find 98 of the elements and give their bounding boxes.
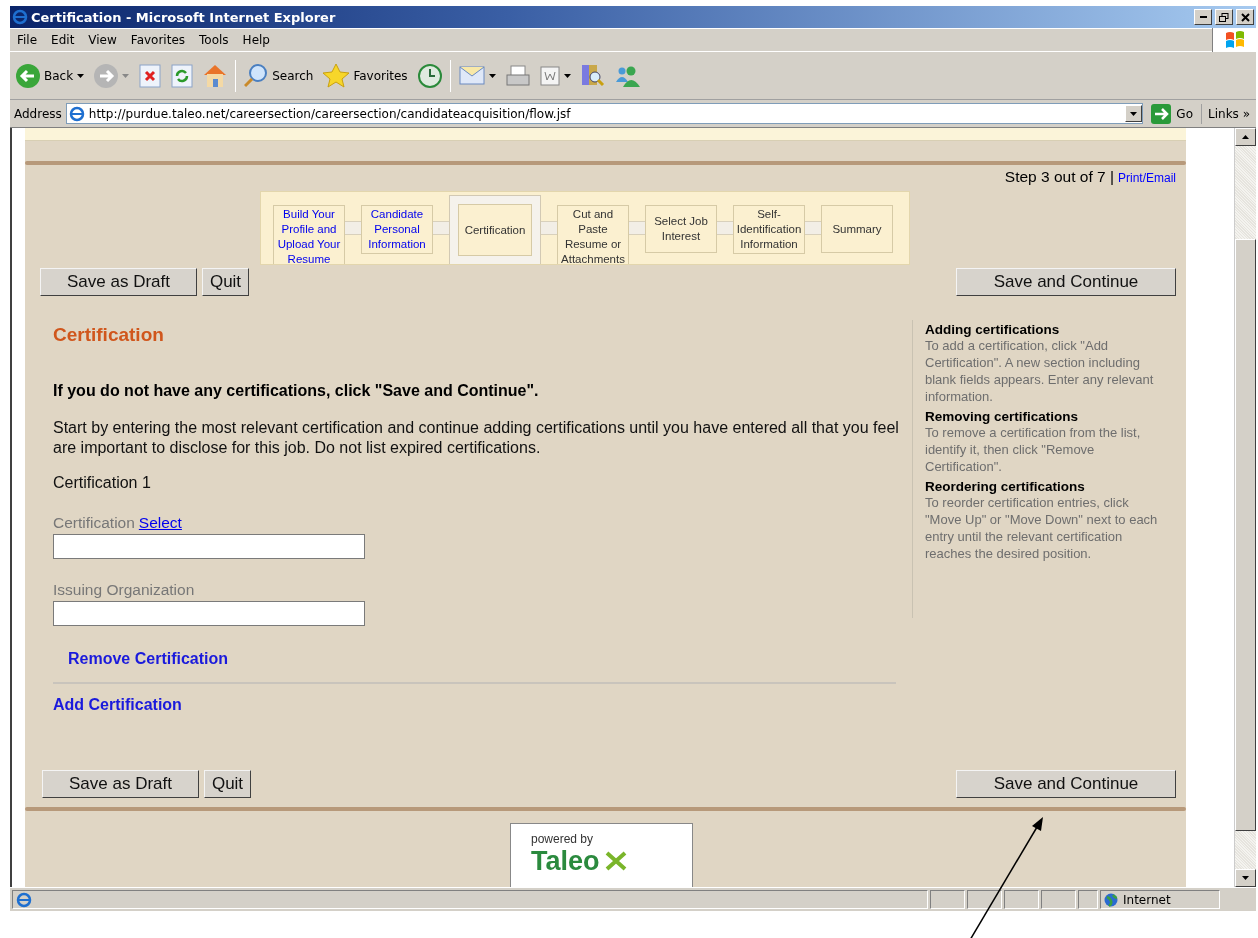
- refresh-icon: [171, 63, 194, 88]
- stop-icon: [139, 63, 162, 88]
- security-zone: Internet: [1123, 892, 1171, 907]
- caret-icon: [488, 73, 496, 78]
- field-label: Certification: [53, 514, 135, 532]
- down-arrow-icon: [1242, 876, 1249, 880]
- mail-button[interactable]: [456, 66, 498, 85]
- printer-icon: [505, 65, 530, 86]
- help-text: To add a certification, click "Add Certification". A new section including blank fields appears. Enter any relevant information.: [925, 337, 1155, 405]
- section-heading: Certification: [53, 324, 165, 346]
- address-field[interactable]: http://purdue.taleo.net/careersection/careersection/candidateacquisition/flow.jsf: [65, 103, 1144, 124]
- field-label: Issuing Organization: [53, 581, 195, 599]
- close-icon: [1240, 12, 1250, 22]
- minimize-button[interactable]: [1194, 9, 1212, 25]
- people-icon: [614, 64, 641, 87]
- favorites-button[interactable]: Favorites: [321, 63, 410, 88]
- envelope-icon: [458, 66, 485, 85]
- caret-icon: [1130, 111, 1138, 116]
- status-pane: [967, 890, 1002, 909]
- star-icon: [323, 63, 350, 88]
- save-and-continue-button[interactable]: Save and Continue: [956, 268, 1176, 296]
- save-as-draft-button[interactable]: Save as Draft: [42, 770, 199, 798]
- dropdown-button[interactable]: [1125, 105, 1143, 122]
- quit-button[interactable]: Quit: [202, 268, 249, 296]
- help-text: To reorder certification entries, click "Move Up" or "Move Down" next to each entry until the relevant certification reaches the desired position.: [925, 494, 1159, 562]
- print-button[interactable]: [503, 65, 532, 86]
- menu-item[interactable]: Help: [235, 33, 277, 47]
- entry-title: Certification 1: [53, 474, 152, 492]
- help-title: Reordering certifications: [925, 479, 1086, 494]
- intro-paragraph: Start by entering the most relevant certification and continue adding certifications until you have entered all that you feel are important to disclose for this job. Do not list expired certifications.: [53, 418, 900, 458]
- step-tab[interactable]: Candidate Personal Information: [361, 205, 433, 254]
- help-title: Adding certifications: [925, 322, 1061, 337]
- address-label: Address: [14, 106, 62, 121]
- print-email-link[interactable]: Print/Email: [1118, 171, 1176, 185]
- edit-button[interactable]: [537, 65, 573, 86]
- step-connector: [433, 221, 449, 235]
- help-text: To remove a certification from the list, identify it, then click "Remove Certification".: [925, 424, 1142, 475]
- step-indicator: Step 3 out of 7 |: [1004, 168, 1114, 186]
- window-title: Certification - Microsoft Internet Explorer: [31, 9, 337, 25]
- page-icon: [68, 105, 85, 122]
- status-pane: [1004, 890, 1039, 909]
- minimize-icon: [1199, 16, 1207, 18]
- books-magnifier-icon: [580, 64, 605, 87]
- scroll-thumb[interactable]: [1235, 239, 1256, 831]
- scroll-up-button[interactable]: [1235, 128, 1256, 146]
- menu-item[interactable]: Favorites: [123, 33, 193, 47]
- step-tab[interactable]: Certification: [449, 195, 541, 264]
- document-icon: [539, 65, 560, 86]
- step-tab[interactable]: Cut and Paste Resume or Attachments: [557, 205, 629, 264]
- clock-icon: [417, 63, 442, 88]
- input-field[interactable]: [53, 601, 365, 626]
- links-button[interactable]: Links »: [1206, 106, 1252, 121]
- step-connector: [541, 221, 557, 235]
- save-and-continue-button[interactable]: Save and Continue: [956, 770, 1176, 798]
- refresh-button[interactable]: [169, 63, 196, 88]
- menu-item[interactable]: Edit: [44, 33, 82, 47]
- back-button[interactable]: Back: [14, 63, 87, 88]
- restore-icon: [1219, 12, 1229, 22]
- scroll-down-button[interactable]: [1235, 869, 1256, 887]
- remove-certification-link[interactable]: Remove Certification: [68, 650, 229, 668]
- step-tab[interactable]: Select Job Interest: [645, 205, 717, 253]
- step-tab[interactable]: Self-Identification Information: [733, 205, 805, 254]
- step-tab[interactable]: Summary: [821, 205, 893, 253]
- search-icon: [244, 63, 269, 88]
- menu-item[interactable]: View: [81, 33, 124, 47]
- globe-icon: [1104, 892, 1118, 907]
- step-connector: [629, 221, 645, 235]
- menu-item[interactable]: File: [10, 33, 45, 47]
- search-button[interactable]: Search: [242, 63, 316, 88]
- browser-icon: [12, 9, 28, 25]
- select-link[interactable]: Select: [138, 514, 182, 532]
- caret-icon: [122, 73, 130, 78]
- page-icon: [16, 891, 32, 908]
- close-button[interactable]: [1236, 9, 1254, 25]
- step-connector: [805, 221, 821, 235]
- scrollbar[interactable]: [1234, 128, 1256, 887]
- help-title: Removing certifications: [925, 409, 1080, 424]
- taleo-logo: powered by Taleo: [510, 823, 693, 887]
- add-certification-link[interactable]: Add Certification: [53, 696, 182, 714]
- status-pane: [930, 890, 965, 909]
- step-tab[interactable]: Build Your Profile and Upload Your Resume: [273, 205, 345, 264]
- caret-icon: [563, 73, 571, 78]
- home-icon: [203, 64, 228, 87]
- menu-item[interactable]: Tools: [192, 33, 236, 47]
- save-as-draft-button[interactable]: Save as Draft: [40, 268, 197, 296]
- up-arrow-icon: [1242, 135, 1249, 139]
- restore-button[interactable]: [1215, 9, 1233, 25]
- status-pane: [1078, 890, 1098, 909]
- input-field[interactable]: [53, 534, 365, 559]
- quit-button[interactable]: Quit: [204, 770, 251, 798]
- step-connector: [717, 221, 733, 235]
- instruction-text: If you do not have any certifications, click "Save and Continue".: [53, 382, 540, 400]
- step-connector: [345, 221, 361, 235]
- history-button[interactable]: [415, 63, 444, 88]
- caret-icon: [77, 73, 85, 78]
- go-button[interactable]: Go: [1147, 103, 1202, 124]
- stop-button[interactable]: [137, 63, 164, 88]
- status-pane: [1041, 890, 1076, 909]
